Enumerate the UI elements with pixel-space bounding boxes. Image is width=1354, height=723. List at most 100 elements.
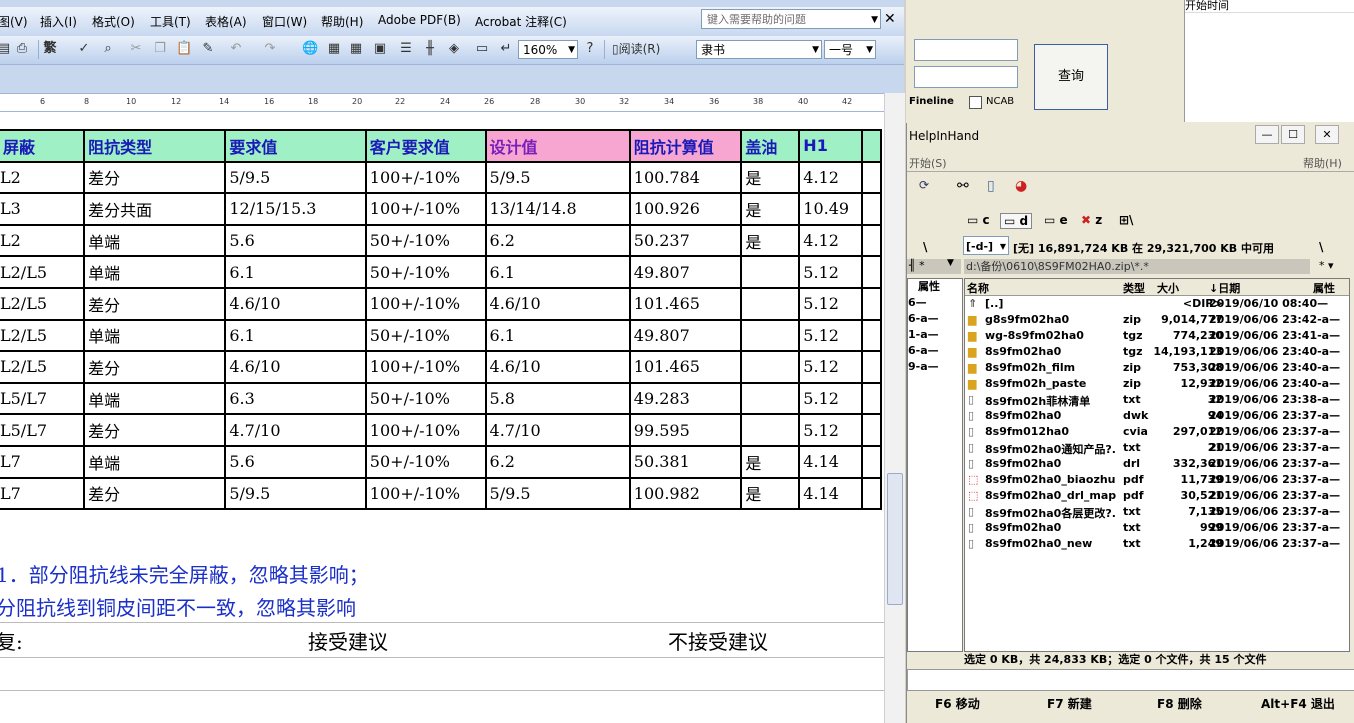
menu-tools[interactable]: 工具(T)	[150, 13, 191, 30]
insert-table-icon[interactable]: ▦	[348, 41, 364, 57]
list-item[interactable]: 1-a—	[908, 328, 939, 341]
alt-f4-exit-button[interactable]: Alt+F4 退出	[1261, 695, 1335, 712]
table-cell[interactable]: 差分	[83, 350, 227, 384]
menu-format[interactable]: 格式(O)	[92, 13, 135, 30]
table-cell[interactable]: 4.6/10	[484, 350, 631, 384]
table-cell[interactable]: 单端	[83, 381, 227, 416]
table-cell[interactable]	[860, 223, 883, 258]
insert-excel-icon[interactable]: ▣	[372, 41, 388, 57]
table-cell[interactable]: 5.6	[224, 444, 367, 479]
table-cell[interactable]: 4.6/10	[484, 286, 631, 321]
table-cell[interactable]: 50.237	[628, 223, 743, 258]
list-item[interactable]: 9-a—	[908, 360, 939, 373]
table-cell[interactable]: 100.784	[628, 160, 743, 195]
drive-d-button[interactable]: ▭ d	[1000, 213, 1033, 229]
table-cell[interactable]: L2	[0, 160, 86, 195]
table-cell[interactable]: 4.12	[798, 160, 863, 195]
table-cell[interactable]: 50+/-10%	[364, 318, 487, 353]
table-cell[interactable]: 5.12	[798, 381, 863, 416]
table-cell[interactable]: 4.6/10	[224, 350, 367, 384]
left-file-panel[interactable]: 属性 6— 6-a— 1-a— 6-a— 9-a—	[907, 278, 963, 652]
column-date[interactable]: ↓日期	[1209, 280, 1240, 296]
table-cell[interactable]: 50+/-10%	[364, 223, 487, 258]
table-cell[interactable]	[740, 350, 801, 384]
table-cell[interactable]	[740, 286, 801, 321]
table-cell[interactable]	[860, 444, 883, 479]
table-cell[interactable]: 6.1	[484, 318, 631, 353]
table-cell[interactable]: L2/L5	[0, 318, 86, 353]
table-cell[interactable]: 4.7/10	[484, 413, 631, 447]
table-cell[interactable]: 100.926	[628, 192, 743, 226]
results-grid[interactable]: 开始时间	[1184, 0, 1354, 122]
binoculars-icon[interactable]: ⚯	[957, 178, 969, 194]
font-name-select[interactable]: 隶书 ▼	[696, 40, 822, 59]
table-cell[interactable]: 5.12	[798, 350, 863, 384]
table-cell[interactable]: 49.807	[628, 255, 743, 289]
minimize-icon[interactable]: —	[1255, 125, 1279, 144]
table-cell[interactable]: 4.14	[798, 476, 863, 511]
f7-new-button[interactable]: F7 新建	[1047, 695, 1092, 712]
query-input-2[interactable]	[914, 66, 1018, 88]
reject-option[interactable]: 不接受建议	[668, 626, 768, 655]
file-list-item[interactable]: ▆ g8s9fm02ha0 zip 9,014,777 2019/06/06 23:42…	[965, 312, 1349, 328]
table-cell[interactable]: 6.1	[484, 255, 631, 289]
show-hide-icon[interactable]: ↵	[498, 41, 514, 57]
read-button[interactable]: ▯阅读(R)	[612, 41, 682, 57]
table-cell[interactable]: L7	[0, 444, 86, 479]
traditional-chinese-icon[interactable]: 繁	[42, 41, 58, 57]
table-cell[interactable]	[740, 413, 801, 447]
table-cell[interactable]: 100.982	[628, 476, 743, 511]
table-cell[interactable]: 是	[740, 444, 801, 479]
column-type[interactable]: 类型	[1123, 280, 1145, 296]
file-list-item[interactable]: ▯ 8s9fm02ha0_new txt 1,249 2019/06/06 23:37-…	[965, 536, 1349, 552]
table-cell[interactable]: 差分共面	[83, 192, 227, 226]
close-icon[interactable]: ✕	[1315, 125, 1339, 144]
command-line[interactable]	[907, 669, 1354, 691]
table-cell[interactable]: 单端	[83, 318, 227, 353]
help-icon[interactable]: ?	[582, 41, 598, 57]
query-input-1[interactable]	[914, 39, 1018, 61]
table-cell[interactable]: 是	[740, 160, 801, 195]
f8-delete-button[interactable]: F8 删除	[1157, 695, 1202, 712]
help-search-input[interactable]: 键入需要帮助的问题 ▼	[701, 9, 881, 29]
drive-e-button[interactable]: ▭ e	[1044, 213, 1068, 227]
table-cell[interactable]	[860, 413, 883, 447]
drive-select[interactable]: [-d-] ▼	[963, 236, 1009, 255]
menu-view[interactable]: 图(V)	[0, 13, 28, 30]
undo-icon[interactable]: ↶	[228, 41, 244, 57]
column-name[interactable]: 名称	[967, 280, 989, 296]
file-list-item[interactable]: ▆ 8s9fm02h_paste zip 12,932 2019/06/06 23:40…	[965, 376, 1349, 392]
list-item[interactable]: 6-a—	[908, 344, 939, 357]
file-list-item[interactable]: ▆ 8s9fm02h_film zip 753,308 2019/06/06 23:40…	[965, 360, 1349, 376]
current-path[interactable]: d:\备份\0610\8S9FM02HA0.zip\*.*	[964, 259, 1310, 274]
table-cell[interactable]: L5/L7	[0, 413, 86, 447]
list-item[interactable]: 6-a—	[908, 312, 939, 325]
table-cell[interactable]: 是	[740, 476, 801, 511]
table-cell[interactable]: 5/9.5	[484, 160, 631, 195]
chevron-down-icon[interactable]: ▼	[568, 41, 575, 60]
table-cell[interactable]: 4.7/10	[224, 413, 367, 447]
table-cell[interactable]: L2/L5	[0, 255, 86, 289]
column-attr[interactable]: 属性	[1313, 280, 1335, 296]
table-cell[interactable]: 5.12	[798, 286, 863, 321]
table-cell[interactable]: 50+/-10%	[364, 444, 487, 479]
document-page[interactable]: 屏蔽 阻抗类型 要求值 客户要求值 设计值 阻抗计算值 盖油 H1 L2 差分 5/…	[0, 112, 884, 723]
paste-icon[interactable]: 📋	[176, 41, 192, 57]
table-cell[interactable]: 差分	[83, 476, 227, 511]
file-list-item[interactable]: ▯ 8s9fm012ha0 cvia 297,012 2019/06/06 23:37-…	[965, 424, 1349, 440]
table-cell[interactable]: 100+/-10%	[364, 160, 487, 195]
hyperlink-icon[interactable]: 🌐	[302, 41, 318, 57]
file-list-item[interactable]: ▯ 8s9fm02ha0 txt 999 2019/06/06 23:37-a—	[965, 520, 1349, 536]
menu-adobe-pdf[interactable]: Adobe PDF(B)	[378, 13, 461, 27]
menu-help[interactable]: 帮助(H)	[1303, 155, 1342, 171]
horizontal-ruler[interactable]: 6 8 10 12 14 16 18 20 22 24 26 28 30 32 …	[0, 93, 884, 112]
table-cell[interactable]: 差分	[83, 413, 227, 447]
file-list-item[interactable]: ▯ 8s9fm02ha0 drl 332,361 2019/06/06 23:37-a—	[965, 456, 1349, 472]
file-list-item[interactable]: ⇑ [..] <DIR> 2019/06/10 08:40—	[965, 296, 1349, 312]
copy-icon[interactable]: ❐	[152, 41, 168, 57]
f6-move-button[interactable]: F6 移动	[935, 695, 980, 712]
table-cell[interactable]: 6.3	[224, 381, 367, 416]
network-icon[interactable]: ⊞\	[1119, 213, 1133, 227]
table-cell[interactable]	[860, 192, 883, 226]
left-root-button[interactable]: \	[923, 240, 927, 254]
